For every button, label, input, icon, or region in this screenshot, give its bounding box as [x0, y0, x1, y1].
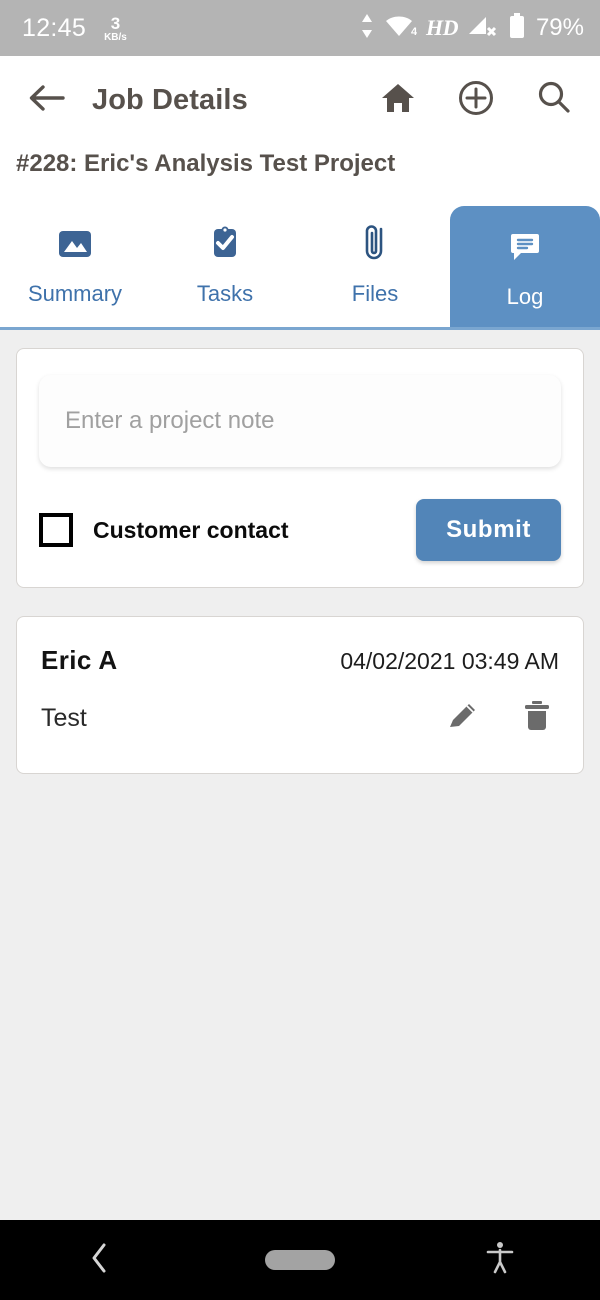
search-icon [536, 80, 572, 121]
tab-tasks-label: Tasks [196, 280, 254, 306]
nav-accessibility-button[interactable] [400, 1240, 600, 1281]
back-button[interactable] [24, 77, 70, 123]
trash-icon [521, 698, 553, 739]
app-bar: Job Details [0, 56, 600, 144]
project-subtitle-bar: #228: Eric's Analysis Test Project [0, 144, 600, 200]
phone-screen: 12:45 3 KB/s 4 HD 79% Job Details #228: … [0, 0, 600, 1300]
tab-files[interactable]: Files [300, 200, 450, 327]
note-compose-actions: Customer contact Submit [39, 499, 561, 561]
back-arrow-icon [28, 83, 66, 118]
customer-contact-checkbox[interactable] [39, 513, 73, 547]
edit-log-button[interactable] [445, 698, 481, 739]
hd-voice-badge: HD [425, 15, 459, 40]
paperclip-icon [353, 221, 397, 267]
status-bar-left: 12:45 3 KB/s [22, 13, 127, 43]
tab-summary[interactable]: Summary [0, 200, 150, 327]
accessibility-icon [484, 1240, 516, 1281]
tab-files-label: Files [351, 280, 399, 306]
project-note-input[interactable] [39, 375, 561, 467]
nav-home-pill [265, 1250, 335, 1270]
nav-back-button[interactable] [0, 1241, 200, 1280]
comment-icon [503, 224, 547, 270]
add-button[interactable] [456, 80, 496, 120]
battery-icon [508, 12, 526, 45]
tab-log-label: Log [506, 283, 544, 309]
log-entry-text: Test [41, 704, 87, 732]
system-nav-bar [0, 1220, 600, 1300]
clipboard-check-icon [203, 221, 247, 267]
note-compose-card: Customer contact Submit [16, 348, 584, 588]
battery-percentage: 79% [535, 14, 584, 41]
home-button[interactable] [378, 80, 418, 120]
network-speed-value: 3 [110, 14, 121, 33]
add-circle-icon [458, 80, 494, 121]
nav-back-icon [87, 1241, 113, 1280]
status-bar: 12:45 3 KB/s 4 HD 79% [0, 0, 600, 56]
log-entry-actions [445, 698, 559, 739]
data-transfer-arrows-icon [360, 13, 374, 44]
search-button[interactable] [534, 80, 574, 120]
status-clock: 12:45 [22, 13, 87, 42]
network-speed-unit: KB/s [104, 32, 127, 43]
submit-button[interactable]: Submit [416, 499, 561, 561]
log-entry-timestamp: 04/02/2021 03:49 AM [340, 648, 559, 674]
network-speed-indicator: 3 KB/s [104, 13, 127, 43]
delete-log-button[interactable] [521, 698, 553, 739]
wifi-icon: 4 [383, 13, 418, 44]
cellular-signal-off-icon [467, 13, 499, 44]
customer-contact-checkbox-row[interactable]: Customer contact [39, 513, 289, 547]
log-entry-body: Test [41, 698, 559, 739]
log-entry-author: Eric A [41, 645, 118, 675]
main-content: Customer contact Submit Eric A 04/02/202… [0, 330, 600, 1220]
nav-home-button[interactable] [200, 1250, 400, 1270]
project-subtitle: #228: Eric's Analysis Test Project [16, 150, 396, 177]
tab-summary-label: Summary [27, 280, 123, 306]
wifi-level-label: 4 [411, 26, 417, 38]
app-bar-actions [378, 80, 574, 120]
customer-contact-label: Customer contact [93, 516, 289, 543]
log-entry-card: Eric A 04/02/2021 03:49 AM Test [16, 616, 584, 774]
tab-log[interactable]: Log [450, 206, 600, 327]
tab-tasks[interactable]: Tasks [150, 200, 300, 327]
page-title: Job Details [92, 83, 248, 116]
home-icon [380, 81, 416, 120]
pencil-icon [445, 698, 481, 739]
image-icon [52, 221, 98, 267]
status-bar-right: 4 HD 79% [360, 12, 584, 45]
tab-bar: Summary Tasks Files Log [0, 200, 600, 330]
log-entry-header: Eric A 04/02/2021 03:49 AM [41, 645, 559, 676]
